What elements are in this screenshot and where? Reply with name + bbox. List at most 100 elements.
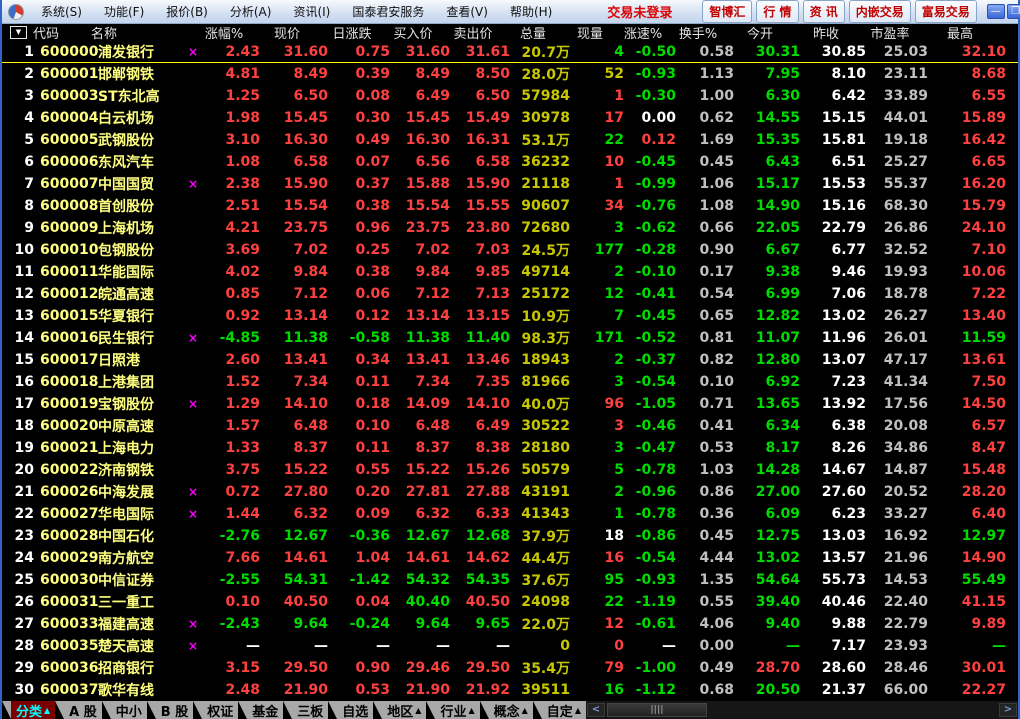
table-row[interactable]: 14600016民生银行×-4.8511.38-0.5811.3811.4098… [2, 327, 1018, 349]
table-row[interactable]: 3600003ST东北高1.256.500.086.496.50579841-0… [2, 85, 1018, 107]
cell-high: 15.89 [928, 110, 1018, 126]
cell-day-change: 0.08 [328, 88, 390, 104]
cell-change-pct: 3.75 [202, 462, 260, 478]
cell-current-volume: 52 [570, 66, 624, 82]
table-row[interactable]: 23600028中国石化-2.7612.67-0.3612.6712.6837.… [2, 525, 1018, 547]
table-row[interactable]: 21600026中海发展×0.7227.800.2027.8127.884319… [2, 481, 1018, 503]
tab-separator [2, 701, 11, 719]
scroll-left-button[interactable]: < [587, 703, 605, 717]
stock-name: 中原高速 [98, 416, 184, 436]
menu-item[interactable]: 帮助(H) [499, 0, 563, 23]
stock-name: 华能国际 [98, 262, 184, 282]
quick-button[interactable]: 智博汇 [702, 0, 752, 23]
column-header-open[interactable]: 今开 [727, 24, 793, 42]
column-header-prev-close[interactable]: 昨收 [793, 24, 859, 42]
menu-item[interactable]: 系统(S) [30, 0, 93, 23]
table-row[interactable]: 11600011华能国际4.029.840.389.849.85497142-0… [2, 261, 1018, 283]
menu-item[interactable]: 报价(B) [155, 0, 219, 23]
cell-prev-close: 13.07 [800, 352, 866, 368]
tab-行业[interactable]: 行业▲ [435, 701, 479, 719]
quick-button[interactable]: 行 情 [756, 0, 798, 23]
menu-item[interactable]: 国泰君安服务 [341, 0, 435, 23]
table-row[interactable]: 4600004白云机场1.9815.450.3015.4515.49309781… [2, 107, 1018, 129]
table-row[interactable]: 30600037歌华有线2.4821.900.5321.9021.9239511… [2, 679, 1018, 701]
table-row[interactable]: 17600019宝钢股份×1.2914.100.1814.0914.1040.0… [2, 393, 1018, 415]
cell-turnover-pct: 0.81 [676, 330, 734, 346]
column-header-total-volume[interactable]: 总量 [503, 24, 563, 42]
column-header-current-volume[interactable]: 现量 [563, 24, 617, 42]
horizontal-scrollbar[interactable]: < |||| > [586, 701, 1018, 719]
cell-total-volume: 53.1万 [510, 130, 570, 150]
cell-bid-price: 54.32 [390, 572, 450, 588]
tab-A 股[interactable]: A 股 [64, 701, 102, 719]
cell-high: 41.15 [928, 594, 1018, 610]
tab-基金[interactable]: 基金 [247, 701, 283, 719]
cell-day-change: — [328, 638, 390, 654]
menu-item[interactable]: 资讯(I) [282, 0, 341, 23]
tab-B 股[interactable]: B 股 [156, 701, 193, 719]
column-header-code[interactable]: 代码 [27, 24, 91, 42]
column-header-day-change[interactable]: 日涨跌 [321, 24, 383, 42]
cell-open: 12.75 [734, 528, 800, 544]
column-header-pe-ratio[interactable]: 市盈率 [859, 24, 921, 42]
scrollbar-thumb[interactable]: |||| [607, 703, 707, 717]
column-header-high[interactable]: 最高 [921, 24, 1011, 42]
tab-中小[interactable]: 中小 [111, 701, 147, 719]
cell-prev-close: 6.23 [800, 506, 866, 522]
column-header-change-pct[interactable]: 涨幅% [195, 24, 253, 42]
table-row[interactable]: 18600020中原高速1.576.480.106.486.49305223-0… [2, 415, 1018, 437]
minimize-button[interactable]: — [987, 4, 1005, 19]
table-row[interactable]: 12600012皖通高速0.857.120.067.127.132517212-… [2, 283, 1018, 305]
tab-三板[interactable]: 三板 [292, 701, 328, 719]
tab-权证[interactable]: 权证 [202, 701, 238, 719]
tab-分类[interactable]: 分类▲ [11, 701, 55, 719]
table-row[interactable]: 5600005武钢股份3.1016.300.4916.3016.3153.1万2… [2, 129, 1018, 151]
flag-mark-icon: × [184, 397, 202, 411]
column-dropdown-button[interactable]: ▼ [10, 26, 27, 39]
quick-button[interactable]: 富易交易 [915, 0, 977, 23]
table-row[interactable]: 9600009上海机场4.2123.750.9623.7523.80726803… [2, 217, 1018, 239]
quick-button[interactable]: 资 讯 [803, 0, 845, 23]
table-row[interactable]: 16600018上港集团1.527.340.117.347.35819663-0… [2, 371, 1018, 393]
table-row[interactable]: 19600021上海电力1.338.370.118.378.38281803-0… [2, 437, 1018, 459]
tab-概念[interactable]: 概念▲ [489, 701, 533, 719]
table-row[interactable]: 1600000浦发银行×2.4331.600.7531.6031.6120.7万… [2, 41, 1018, 63]
table-row[interactable]: 27600033福建高速×-2.439.64-0.249.649.6522.0万… [2, 613, 1018, 635]
menu-item[interactable]: 功能(F) [93, 0, 155, 23]
stock-code: 600019 [34, 396, 98, 412]
restore-button[interactable]: ❐ [1007, 4, 1020, 19]
cell-day-change: 0.96 [328, 220, 390, 236]
table-row[interactable]: 25600030中信证券-2.5554.31-1.4254.3254.3537.… [2, 569, 1018, 591]
column-header-bid-price[interactable]: 买入价 [383, 24, 443, 42]
table-row[interactable]: 20600022济南钢铁3.7515.220.5515.2215.2650579… [2, 459, 1018, 481]
cell-change-pct: 1.98 [202, 110, 260, 126]
column-header-turnover-pct[interactable]: 换手% [669, 24, 727, 42]
column-header-speed-pct[interactable]: 涨速% [617, 24, 669, 42]
table-row[interactable]: 2600001邯郸钢铁4.818.490.398.498.5028.0万52-0… [2, 63, 1018, 85]
table-row[interactable]: 15600017日照港2.6013.410.3413.4113.46189432… [2, 349, 1018, 371]
tab-地区[interactable]: 地区▲ [382, 701, 426, 719]
cell-prev-close: 6.38 [800, 418, 866, 434]
tab-自定[interactable]: 自定▲ [542, 701, 586, 719]
table-row[interactable]: 8600008首创股份2.5115.540.3815.5415.55906073… [2, 195, 1018, 217]
scroll-right-button[interactable]: > [999, 703, 1017, 717]
table-row[interactable]: 7600007中国国贸×2.3815.900.3715.8815.9021118… [2, 173, 1018, 195]
table-row[interactable]: 10600010包钢股份3.697.020.257.027.0324.5万177… [2, 239, 1018, 261]
stock-code: 600012 [34, 286, 98, 302]
table-row[interactable]: 28600035楚天高速×—————00—0.00—7.1723.93— [2, 635, 1018, 657]
table-row[interactable]: 24600029南方航空7.6614.611.0414.6114.6244.4万… [2, 547, 1018, 569]
cell-price: 15.22 [260, 462, 328, 478]
column-header-ask-price[interactable]: 卖出价 [443, 24, 503, 42]
table-row[interactable]: 13600015华夏银行0.9213.140.1213.1413.1510.9万… [2, 305, 1018, 327]
tab-自选[interactable]: 自选 [337, 701, 373, 719]
quick-button[interactable]: 内嵌交易 [849, 0, 911, 23]
menu-item[interactable]: 分析(A) [219, 0, 283, 23]
table-row[interactable]: 29600036招商银行3.1529.500.9029.4629.5035.4万… [2, 657, 1018, 679]
column-header-price[interactable]: 现价 [253, 24, 321, 42]
cell-prev-close: 30.85 [800, 44, 866, 60]
table-row[interactable]: 26600031三一重工0.1040.500.0440.4040.5024098… [2, 591, 1018, 613]
menu-item[interactable]: 查看(V) [435, 0, 499, 23]
column-header-name[interactable]: 名称 [91, 24, 195, 42]
table-row[interactable]: 22600027华电国际×1.446.320.096.326.33413431-… [2, 503, 1018, 525]
table-row[interactable]: 6600006东风汽车1.086.580.076.566.583623210-0… [2, 151, 1018, 173]
